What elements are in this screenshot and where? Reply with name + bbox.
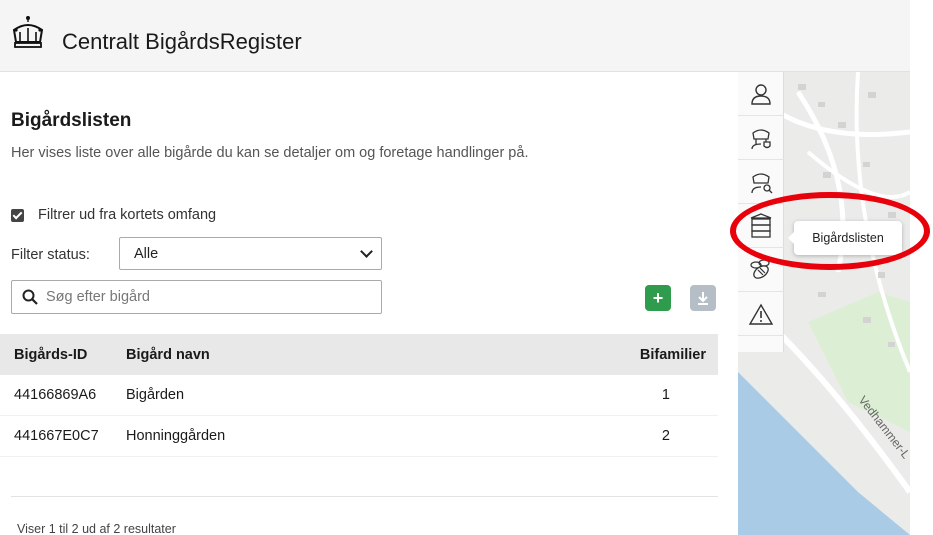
divider — [11, 496, 718, 497]
cell-name: Bigården — [126, 387, 185, 403]
search-icon — [22, 289, 38, 305]
page-title: Bigårdslisten — [11, 110, 132, 131]
tool-beekeeper-shield[interactable] — [738, 116, 784, 160]
cell-id: 44166869A6 — [14, 387, 97, 403]
column-header-name[interactable]: Bigård navn — [126, 347, 598, 363]
status-select-value: Alle — [134, 245, 159, 262]
user-icon — [751, 83, 771, 105]
download-button[interactable] — [690, 285, 716, 311]
cell-colonies: 2 — [661, 428, 670, 444]
status-filter-label: Filter status: — [11, 247, 90, 263]
column-header-colonies[interactable]: Bifamilier — [598, 347, 718, 363]
table-row[interactable]: 441667E0C7 Honninggården 2 — [0, 416, 718, 457]
pagination-summary: Viser 1 til 2 ud af 2 resultater — [17, 522, 176, 535]
table-row[interactable]: 44166869A6 Bigården 1 — [0, 375, 718, 416]
beekeeper-shield-icon — [751, 128, 771, 149]
page-description: Her vises liste over alle bigårde du kan… — [11, 145, 529, 161]
app-header: Centralt BigårdsRegister — [0, 0, 910, 72]
tool-user[interactable] — [738, 72, 784, 116]
status-select[interactable]: Alle — [119, 237, 382, 270]
search-input[interactable]: Søg efter bigård — [11, 280, 382, 314]
table-header: Bigårds-ID Bigård navn Bifamilier — [0, 334, 718, 375]
beekeeper-search-icon — [751, 172, 773, 193]
download-icon — [698, 292, 708, 305]
add-apiary-button[interactable]: + — [645, 285, 671, 311]
app-title: Centralt BigårdsRegister — [62, 29, 302, 54]
list-panel: Bigårdslisten Her vises liste over alle … — [0, 72, 738, 535]
highlight-ellipse — [730, 192, 930, 270]
tool-warning[interactable] — [738, 292, 784, 336]
extent-checkbox[interactable] — [11, 208, 24, 222]
cell-colonies: 1 — [661, 387, 670, 403]
warning-icon — [749, 303, 773, 325]
search-placeholder: Søg efter bigård — [46, 289, 150, 305]
crown-icon — [12, 16, 44, 48]
apiary-table: Bigårds-ID Bigård navn Bifamilier 441668… — [0, 334, 718, 457]
chevron-down-icon — [360, 245, 373, 258]
extent-filter[interactable]: Filtrer ud fra kortets omfang — [11, 207, 216, 223]
column-header-id[interactable]: Bigårds-ID — [0, 347, 126, 363]
cell-id: 441667E0C7 — [14, 428, 99, 444]
extent-filter-label: Filtrer ud fra kortets omfang — [38, 207, 217, 223]
cell-name: Honninggården — [126, 428, 226, 444]
